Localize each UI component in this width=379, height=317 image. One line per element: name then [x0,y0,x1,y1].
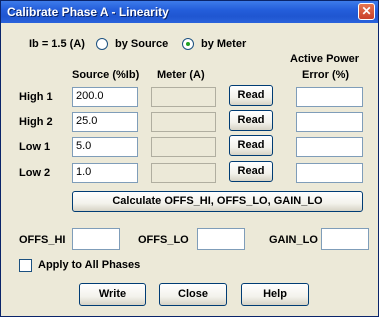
offs-hi-field[interactable] [72,228,120,250]
error-input[interactable] [296,163,363,183]
row-label: High 2 [19,116,53,128]
by-meter-label[interactable]: by Meter [201,38,246,50]
by-source-label[interactable]: by Source [115,38,168,50]
source-input[interactable]: 200.0 [72,87,138,107]
source-header: Source (%Ib) [72,69,140,81]
title-bar[interactable]: Calibrate Phase A - Linearity ✕ [1,1,378,23]
close-icon[interactable]: ✕ [358,3,375,20]
error-input[interactable] [296,137,363,157]
offs-lo-field[interactable] [197,228,245,250]
by-source-radio[interactable] [96,38,108,50]
source-input[interactable]: 1.0 [72,163,138,183]
error-header-line1: Active Power [290,53,360,65]
read-button[interactable]: Read [229,85,273,106]
meter-value [151,137,216,157]
apply-all-label[interactable]: Apply to All Phases [38,259,140,271]
by-meter-radio[interactable] [182,38,194,50]
calibration-dialog: Calibrate Phase A - Linearity ✕ Ib = 1.5… [0,0,379,317]
row-label: Low 2 [19,167,51,179]
meter-value [151,112,216,132]
error-input[interactable] [296,87,363,107]
gain-lo-field[interactable] [321,228,369,250]
error-input[interactable] [296,112,363,132]
read-button[interactable]: Read [229,135,273,156]
row-label: Low 1 [19,141,51,153]
write-button[interactable]: Write [79,283,146,306]
meter-value [151,163,216,183]
read-button[interactable]: Read [229,161,273,182]
error-header-line2: Error (%) [302,69,350,81]
source-input[interactable]: 5.0 [72,137,138,157]
calculate-button[interactable]: Calculate OFFS_HI, OFFS_LO, GAIN_LO [72,191,363,212]
meter-header: Meter (A) [157,69,205,81]
apply-all-checkbox[interactable] [19,259,32,272]
source-input[interactable]: 25.0 [72,112,138,132]
help-button[interactable]: Help [241,283,309,306]
gain-lo-label: GAIN_LO [269,234,318,246]
read-button[interactable]: Read [229,110,273,131]
meter-value [151,87,216,107]
offs-lo-label: OFFS_LO [138,234,189,246]
window-title: Calibrate Phase A - Linearity [7,5,169,19]
ib-label: Ib = 1.5 (A) [29,38,85,50]
offs-hi-label: OFFS_HI [19,234,66,246]
close-button[interactable]: Close [159,283,227,306]
row-label: High 1 [19,91,53,103]
